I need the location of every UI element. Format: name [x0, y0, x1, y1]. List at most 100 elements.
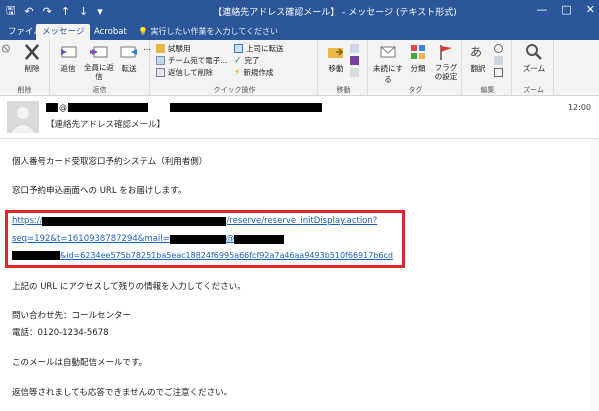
- mark-unread-label: 未読にする: [372, 64, 404, 84]
- select-button[interactable]: [494, 68, 503, 77]
- avatar: [7, 101, 39, 133]
- link-text: /reserve/reserve_initDisplay.action?: [226, 216, 378, 226]
- quickstep-item[interactable]: ✓ 完了: [234, 55, 260, 66]
- translate-label: 翻訳: [470, 64, 486, 73]
- quickstep-item[interactable]: 返信して削除: [156, 67, 213, 78]
- ribbon-tabs: ファイル メッセージ Acrobat 💡 実行したい作業を入力してください: [0, 22, 599, 40]
- quickstep-item[interactable]: ⚡ 新規作成: [234, 67, 273, 78]
- move-label: 移動: [328, 64, 344, 73]
- redacted-block: [234, 234, 285, 244]
- reply-button[interactable]: 返信: [54, 43, 82, 74]
- zoom-label: ズーム: [522, 64, 546, 73]
- reply-all-button[interactable]: 全員に返信: [84, 43, 114, 81]
- unread-envelope-icon: [380, 46, 396, 58]
- move-group: 移動 移動: [320, 40, 368, 96]
- tell-me-box[interactable]: 💡 実行したい作業を入力してください: [138, 26, 278, 37]
- svg-text:あ: あ: [470, 45, 482, 59]
- undo-icon[interactable]: ↶: [24, 5, 33, 18]
- up-arrow-icon[interactable]: ↑: [61, 5, 70, 18]
- customize-qat-icon[interactable]: ▾: [97, 5, 103, 18]
- respond-group-label: 返信: [92, 86, 107, 94]
- categorize-button[interactable]: 分類: [406, 43, 430, 74]
- translate-button[interactable]: あ 翻訳: [466, 43, 490, 74]
- find-icon: [494, 44, 503, 53]
- tell-me-text: 実行したい作業を入力してください: [150, 27, 279, 36]
- received-time: 12:00: [567, 103, 591, 112]
- quickstep-label: 返信して削除: [168, 68, 213, 77]
- edit-group-label: 編集: [480, 86, 495, 94]
- reply-delete-icon: [156, 68, 165, 77]
- body-line: このメールは自動配信メールです。: [12, 358, 148, 368]
- more-respond-icon[interactable]: ⋯: [143, 45, 151, 54]
- quick-access-toolbar: 🖫 ↶ ↷ ↑ ↓ ▾: [6, 4, 103, 18]
- onenote-button[interactable]: [350, 56, 359, 65]
- redacted-block: [46, 103, 58, 112]
- delete-button[interactable]: 削除: [18, 43, 46, 74]
- link-text: seq=192&t=1610938787294&mail=: [12, 234, 170, 244]
- team-mail-icon: [156, 56, 165, 65]
- redacted-block: [170, 103, 322, 112]
- quicksteps-group: 試験用 チーム宛て電子... 返信して削除 上司に転送 ✓ 完了 ⚡ 新規作成 …: [152, 40, 318, 96]
- link-text: &id=6234ee575b78251ba5eac18824f6995a66fc…: [60, 251, 393, 260]
- find-button[interactable]: [494, 44, 503, 53]
- url-link-line-3[interactable]: &id=6234ee575b78251ba5eac18824f6995a66fc…: [12, 251, 393, 260]
- ignore-button[interactable]: [0, 43, 16, 59]
- tags-group-label: タグ: [408, 86, 423, 94]
- header-divider: [0, 138, 599, 139]
- url-link-line-1[interactable]: https:// /reserve/reserve_initDisplay.ac…: [12, 216, 377, 226]
- reply-label: 返信: [60, 64, 76, 73]
- zoom-group: ズーム ズーム: [514, 40, 554, 96]
- restore-button[interactable]: □: [561, 3, 571, 16]
- body-line: 上記の URL にアクセスして残りの情報を入力してください。: [12, 282, 246, 292]
- link-text: @: [225, 234, 235, 244]
- respond-group: 返信 全員に返信 転送 ⋯ 返信: [50, 40, 151, 96]
- redacted-block: [42, 216, 227, 226]
- redacted-block: [169, 234, 226, 244]
- redo-icon[interactable]: ↷: [43, 5, 52, 18]
- minimize-button[interactable]: —: [536, 3, 547, 16]
- categorize-label: 分類: [410, 64, 426, 73]
- quicksteps-group-label: クイック操作: [213, 86, 256, 94]
- window-controls: — □ ✕: [536, 3, 595, 16]
- link-text: https://: [12, 216, 43, 226]
- redacted-block: [12, 251, 60, 260]
- quickstep-label: 完了: [244, 56, 260, 65]
- delete-label: 削除: [24, 64, 40, 73]
- body-line: 電話：0120-1234-5678: [12, 328, 109, 338]
- forward-icon: [120, 46, 137, 58]
- quickstep-item[interactable]: 上司に転送: [234, 43, 284, 54]
- body-line: 窓口予約申込画面への URL をお届けします。: [12, 186, 187, 196]
- sender-line[interactable]: @: [46, 103, 322, 112]
- followup-button[interactable]: フラグの設定: [432, 43, 460, 81]
- related-button[interactable]: [494, 56, 503, 65]
- close-button[interactable]: ✕: [586, 3, 595, 16]
- tab-acrobat[interactable]: Acrobat: [88, 24, 133, 40]
- window-title: 【連絡先アドレス確認メール】 - メッセージ (テキスト形式): [213, 8, 457, 18]
- rules-button[interactable]: [350, 44, 359, 53]
- body-line: 個人番号カード受取窓口予約システム（利用者側）: [12, 157, 208, 167]
- scrollbar[interactable]: [591, 139, 599, 411]
- related-icon: [494, 56, 503, 65]
- tags-group: 未読にする 分類 フラグの設定 タグ: [370, 40, 462, 96]
- url-link-line-2[interactable]: seq=192&t=1610938787294&mail= @: [12, 234, 285, 244]
- body-line: 返信等されましても応答できませんのでご注意ください。: [12, 388, 233, 398]
- tab-message[interactable]: メッセージ: [36, 24, 91, 40]
- forward-button[interactable]: 転送: [116, 43, 142, 74]
- rules-icon: [350, 44, 359, 53]
- categorize-icon: [411, 45, 425, 59]
- edit-group: あ 翻訳 編集: [464, 40, 512, 96]
- person-icon: [11, 107, 35, 133]
- quickstep-item[interactable]: 試験用: [156, 43, 191, 54]
- save-icon[interactable]: 🖫: [6, 2, 15, 21]
- translate-icon: あ: [470, 45, 482, 59]
- more-respond-glyph: ⋯: [143, 45, 151, 54]
- ribbon: 削除 削除 返信 全員に返信 転送 ⋯ 返信 試験用 チーム宛て電子... 返信…: [0, 40, 599, 96]
- move-button[interactable]: 移動: [324, 43, 348, 74]
- quickstep-item[interactable]: チーム宛て電子...: [156, 55, 227, 66]
- down-arrow-icon[interactable]: ↓: [79, 5, 88, 18]
- actions-button[interactable]: [350, 68, 359, 77]
- zoom-button[interactable]: ズーム: [520, 43, 548, 74]
- mark-unread-button[interactable]: 未読にする: [372, 43, 404, 85]
- sender-at: @: [59, 103, 67, 112]
- delete-group-label: 削除: [17, 86, 32, 94]
